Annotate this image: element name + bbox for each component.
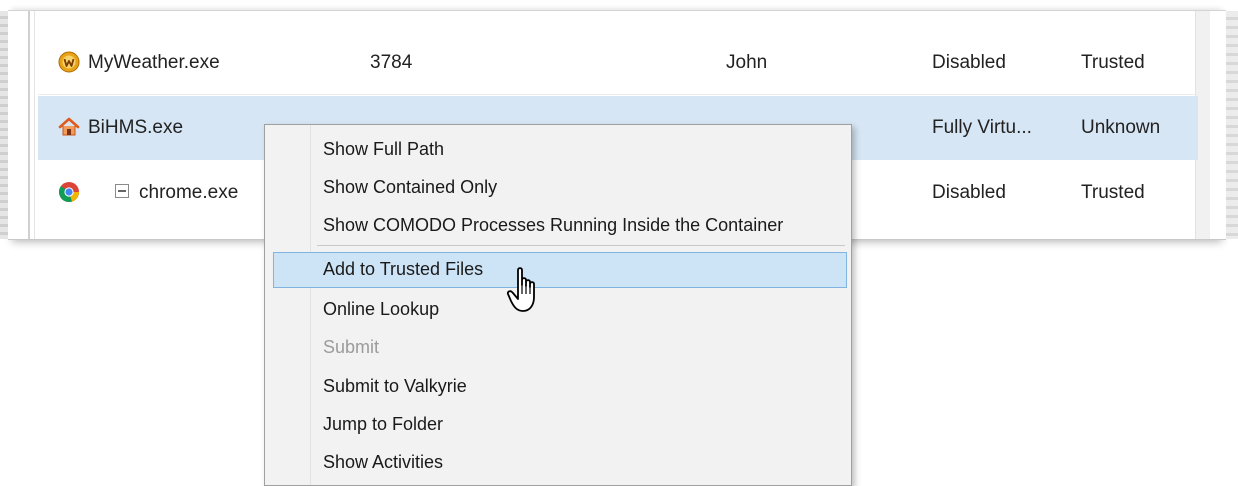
menu-item-label: Jump to Folder [323, 414, 444, 434]
process-rating: Unknown [1081, 117, 1161, 138]
menu-item-label: Show Activities [323, 452, 444, 472]
chrome-icon [59, 182, 79, 203]
process-pid: 3784 [370, 52, 413, 73]
weather-app-icon [58, 51, 80, 73]
menu-item-add-to-trusted-files[interactable]: Add to Trusted Files [265, 251, 851, 288]
process-virtualization: Disabled [932, 182, 1006, 203]
collapse-toggle-icon[interactable] [115, 184, 129, 198]
menu-item-show-activities[interactable]: Show Activities [265, 444, 851, 481]
process-name: MyWeather.exe [88, 52, 220, 73]
menu-item-label: Add to Trusted Files [323, 259, 484, 279]
table-row[interactable]: MyWeather.exe 3784 John Disabled Trusted [38, 31, 1198, 95]
menu-item-show-full-path[interactable]: Show Full Path [265, 131, 851, 168]
menu-item-label: Show COMODO Processes Running Inside the… [323, 215, 784, 235]
process-name: BiHMS.exe [88, 117, 184, 138]
process-virtualization: Disabled [932, 52, 1006, 73]
process-user: John [726, 52, 768, 73]
menu-item-jump-to-folder[interactable]: Jump to Folder [265, 406, 851, 443]
menu-item-label: Online Lookup [323, 299, 440, 319]
process-name: chrome.exe [139, 182, 239, 203]
panel-border [28, 11, 30, 239]
menu-item-submit-to-valkyrie[interactable]: Submit to Valkyrie [265, 368, 851, 405]
row-divider [38, 94, 1198, 95]
process-rating: Trusted [1081, 182, 1145, 203]
menu-separator [317, 245, 845, 246]
menu-item-label: Show Full Path [323, 139, 445, 159]
menu-item-show-comodo-processes[interactable]: Show COMODO Processes Running Inside the… [265, 207, 851, 244]
menu-item-label: Submit [323, 337, 380, 357]
menu-item-submit: Submit [265, 329, 851, 366]
process-virtualization: Fully Virtu... [932, 117, 1032, 138]
context-menu: Show Full Path Show Contained Only Show … [264, 124, 852, 486]
process-rating: Trusted [1081, 52, 1145, 73]
menu-item-show-contained-only[interactable]: Show Contained Only [265, 169, 851, 206]
menu-item-label: Submit to Valkyrie [323, 376, 467, 396]
panel-border-inner [34, 11, 35, 239]
menu-item-label: Show Contained Only [323, 177, 498, 197]
menu-item-online-lookup[interactable]: Online Lookup [265, 291, 851, 328]
hand-cursor-icon [506, 267, 535, 312]
house-icon [58, 117, 80, 136]
